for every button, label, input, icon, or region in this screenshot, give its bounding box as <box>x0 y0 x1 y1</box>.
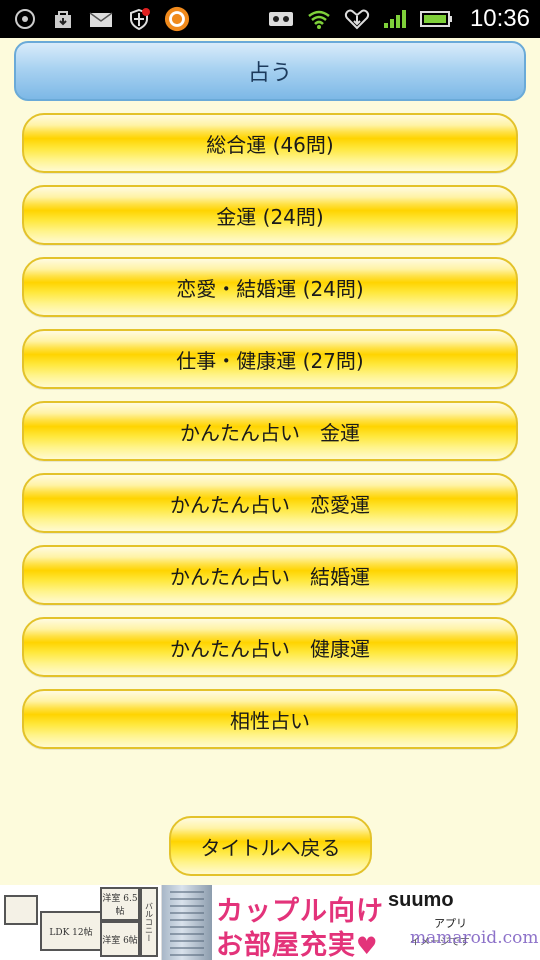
watermark: mamaroid.com <box>410 928 539 948</box>
heart-icon: ♥ <box>356 932 379 960</box>
shield-icon <box>126 6 152 32</box>
menu-item-quick-marriage[interactable]: かんたん占い 結婚運 <box>22 545 518 605</box>
ad-room-label: 洋室 6帖 <box>100 921 140 957</box>
ad-building-image <box>162 885 212 960</box>
menu-item-work-health-fortune[interactable]: 仕事・健康運 (27問) <box>22 329 518 389</box>
ad-headline-2: お部屋充実♥ <box>216 930 379 960</box>
ad-room-label: LDK 12帖 <box>40 911 102 951</box>
menu-item-quick-health[interactable]: かんたん占い 健康運 <box>22 617 518 677</box>
ad-floorplan-image: 洋室 6.5帖 LDK 12帖 洋室 6帖 バルコニー <box>0 885 162 960</box>
menu-item-overall-fortune[interactable]: 総合運 (46問) <box>22 113 518 173</box>
signal-icon <box>382 6 408 32</box>
voicemail-icon <box>268 6 294 32</box>
ad-brand-logo: suumo <box>388 889 454 911</box>
battery-icon <box>419 6 454 32</box>
clock-time: 10:36 <box>469 5 530 32</box>
menu-item-quick-love[interactable]: かんたん占い 恋愛運 <box>22 473 518 533</box>
menu-item-love-marriage-fortune[interactable]: 恋愛・結婚運 (24問) <box>22 257 518 317</box>
page-title: 占う <box>247 61 292 86</box>
status-bar: 10:36 <box>0 0 540 38</box>
back-to-title-button[interactable]: タイトルへ戻る <box>169 816 372 876</box>
ad-copy: カップル向け お部屋充実♥ suumo アプリ イメージです <box>212 885 540 960</box>
ad-room-label: 洋室 6.5帖 <box>100 887 140 921</box>
wifi-icon <box>306 6 332 32</box>
page-title-bar: 占う <box>14 41 526 101</box>
notification-icons <box>12 6 190 32</box>
heart-download-icon <box>344 6 370 32</box>
menu-item-compatibility[interactable]: 相性占い <box>22 689 518 749</box>
fortune-menu: 総合運 (46問) 金運 (24問) 恋愛・結婚運 (24問) 仕事・健康運 (… <box>22 113 518 761</box>
system-icons: 10:36 <box>268 5 530 33</box>
shopping-bag-icon <box>50 6 76 32</box>
aperture-icon <box>12 6 38 32</box>
app-ring-icon <box>164 6 190 32</box>
ad-banner[interactable]: 洋室 6.5帖 LDK 12帖 洋室 6帖 バルコニー カップル向け お部屋充実… <box>0 885 540 960</box>
ad-room-block <box>4 895 38 925</box>
ad-room-label: バルコニー <box>140 887 158 957</box>
mail-icon <box>88 6 114 32</box>
menu-item-money-fortune[interactable]: 金運 (24問) <box>22 185 518 245</box>
menu-item-quick-money[interactable]: かんたん占い 金運 <box>22 401 518 461</box>
